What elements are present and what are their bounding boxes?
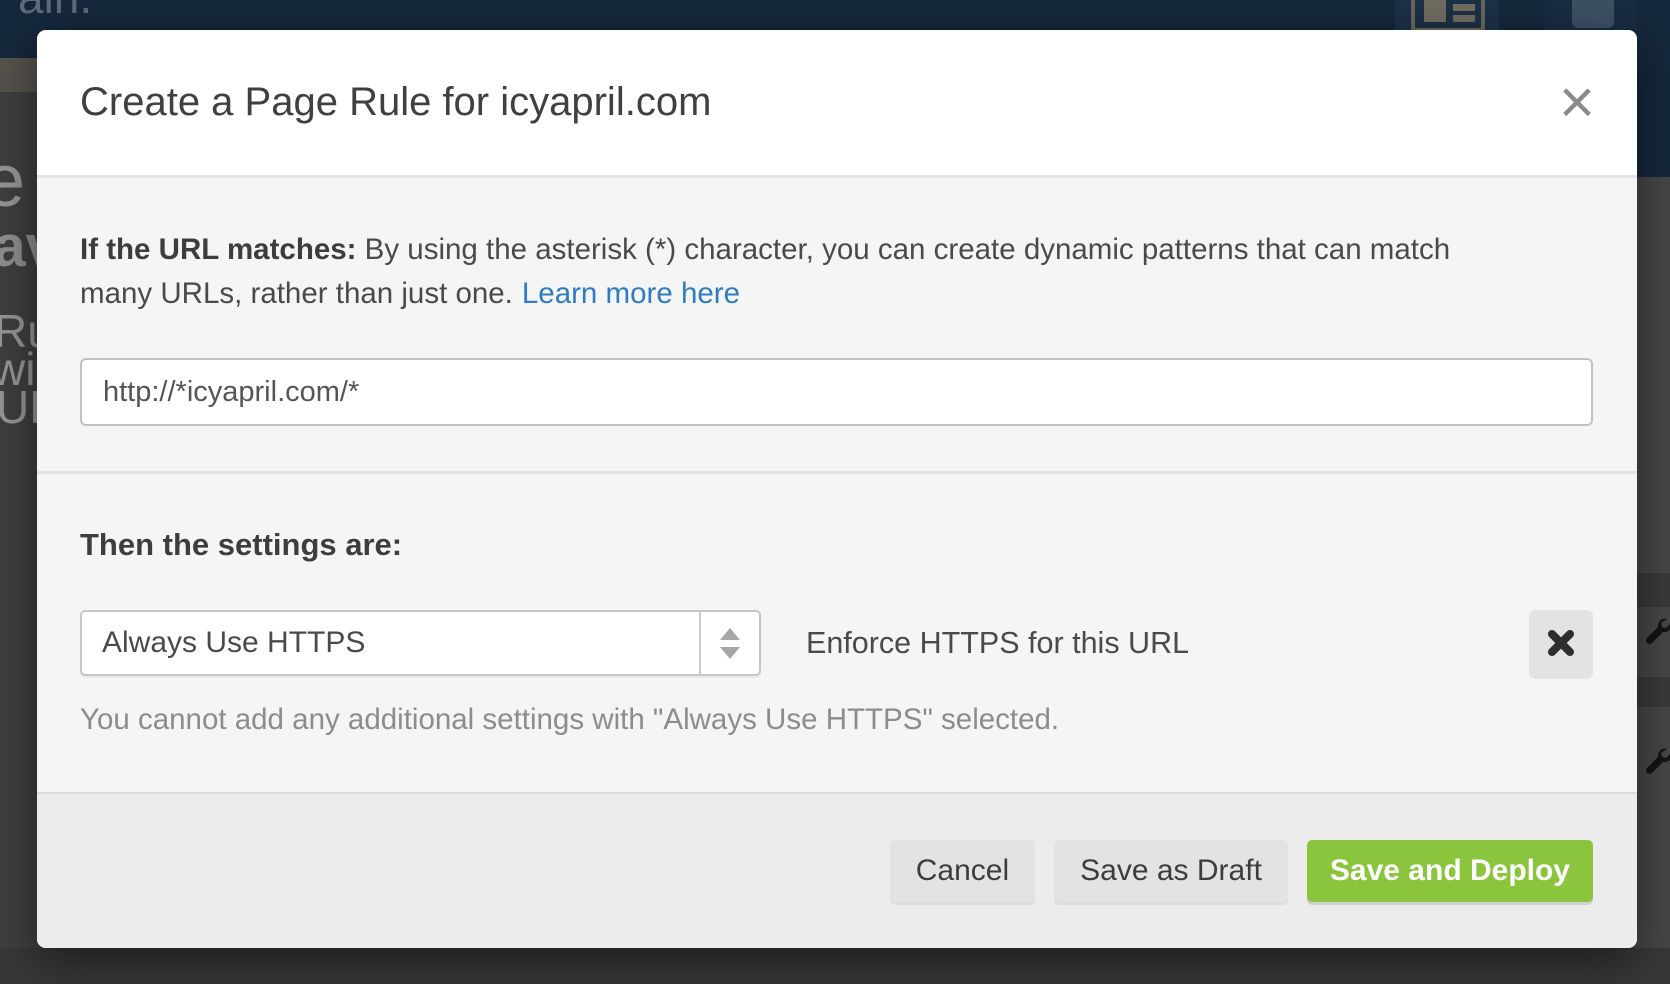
background-right-navy [1637,58,1670,177]
url-pattern-input[interactable] [80,358,1593,426]
setting-description: Enforce HTTPS for this URL [806,626,1189,661]
wrench-icon [1642,616,1670,646]
settings-section: Then the settings are: Always Use HTTPS … [37,474,1637,737]
remove-setting-button[interactable] [1529,610,1593,676]
url-match-line1: If the URL matches: By using the asteris… [80,233,1450,266]
url-match-description-text: By using the asterisk (*) character, you… [356,233,1450,266]
setting-helper-text: You cannot add any additional settings w… [80,703,1593,737]
setting-select-value: Always Use HTTPS [82,612,699,674]
cross-icon [1545,627,1577,659]
save-and-deploy-button[interactable]: Save and Deploy [1307,840,1593,902]
modal-body: If the URL matches: By using the asteris… [37,178,1637,792]
url-match-line2: many URLs, rather than just one. Learn mo… [80,272,1593,316]
topbar-partial-icon [1572,0,1614,28]
page-rules-layout-icon [1411,0,1485,32]
screen: ain. e nav Ru will UR Create a Page Rule… [0,0,1670,984]
create-page-rule-modal: Create a Page Rule for icyapril.com × If… [37,30,1637,948]
chevron-up-icon [720,628,740,640]
save-as-draft-button[interactable]: Save as Draft [1054,840,1288,902]
settings-heading: Then the settings are: [80,527,1593,563]
wrench-icon [1642,746,1670,776]
setting-select[interactable]: Always Use HTTPS [80,610,761,676]
chevron-down-icon [720,647,740,659]
background-row-divider [1637,573,1670,607]
modal-footer: Cancel Save as Draft Save and Deploy [37,792,1637,948]
url-match-description: If the URL matches: By using the asteris… [80,228,1593,316]
modal-title: Create a Page Rule for icyapril.com [80,80,711,125]
url-match-section: If the URL matches: By using the asteris… [37,178,1637,426]
background-row-divider [1637,677,1670,707]
cancel-button[interactable]: Cancel [890,840,1035,902]
background-domain-heading-fragment: ain. [18,0,92,24]
background-text-fragment: e [0,138,25,223]
select-stepper-icon[interactable] [699,612,759,674]
url-match-description-text2: many URLs, rather than just one. [80,277,513,310]
setting-row: Always Use HTTPS Enforce HTTPS for this … [80,610,1593,676]
learn-more-link[interactable]: Learn more here [522,277,740,310]
background-right-strip [1637,58,1670,984]
close-icon[interactable]: × [1547,68,1607,138]
modal-header: Create a Page Rule for icyapril.com × [37,30,1637,175]
background-bottom-strip [0,948,1670,984]
url-match-label: If the URL matches: [80,233,356,266]
background-left-band [0,58,37,92]
